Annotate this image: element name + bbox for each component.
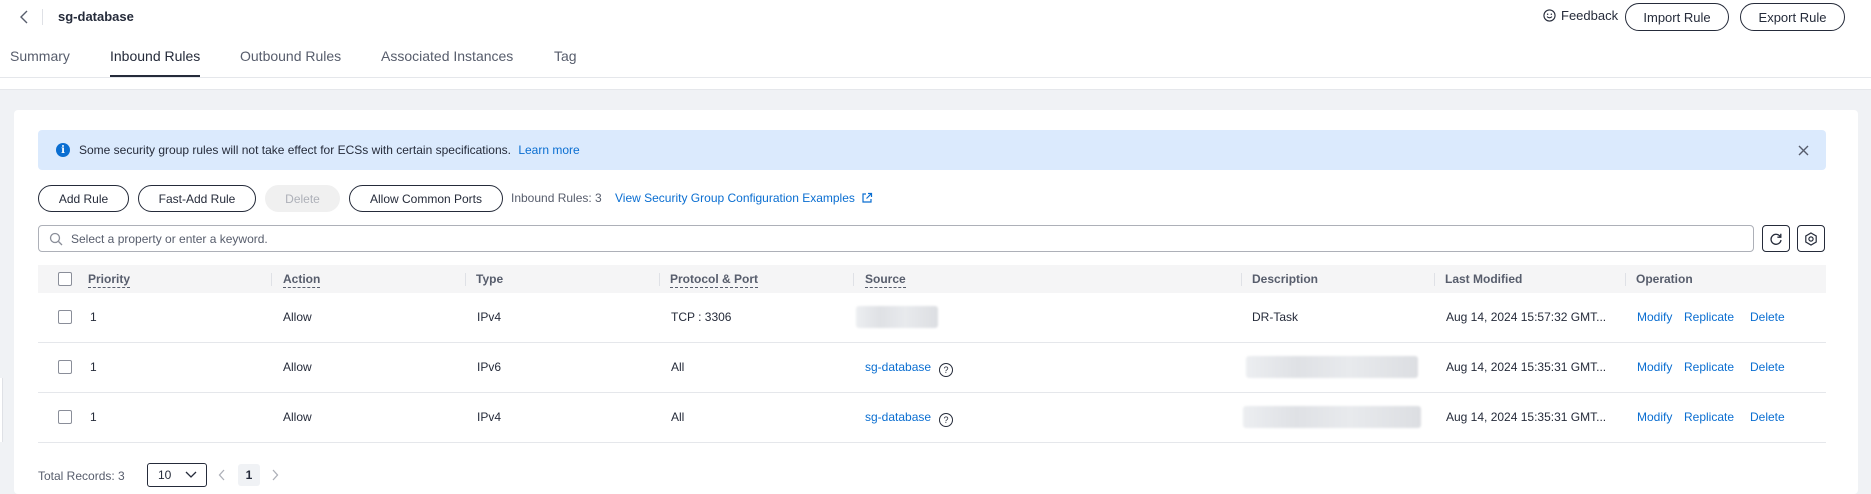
column-source[interactable]: Source xyxy=(865,272,906,288)
cell-type: IPv6 xyxy=(477,360,502,374)
cell-action: Allow xyxy=(283,410,312,424)
column-priority[interactable]: Priority xyxy=(88,272,131,288)
tab-tag[interactable]: Tag xyxy=(554,48,577,64)
delete-link[interactable]: Delete xyxy=(1750,310,1785,324)
cell-last-modified: Aug 14, 2024 15:35:31 GMT... xyxy=(1446,410,1607,424)
search-bar xyxy=(38,225,1754,252)
cell-priority: 1 xyxy=(90,410,97,424)
modify-link[interactable]: Modify xyxy=(1637,310,1672,324)
cell-priority: 1 xyxy=(90,310,97,324)
info-alert: i Some security group rules will not tak… xyxy=(38,130,1826,170)
page-size-value: 10 xyxy=(158,468,172,482)
help-icon[interactable]: ? xyxy=(939,413,954,427)
column-action[interactable]: Action xyxy=(283,272,321,288)
tabs-divider xyxy=(0,77,1871,78)
external-link-icon xyxy=(862,192,873,203)
config-examples-link[interactable]: View Security Group Configuration Exampl… xyxy=(615,191,873,205)
chevron-down-icon xyxy=(185,471,197,478)
info-icon: i xyxy=(56,143,70,157)
total-records: Total Records: 3 xyxy=(38,469,125,483)
column-last-modified: Last Modified xyxy=(1445,272,1523,286)
alert-message: Some security group rules will not take … xyxy=(79,143,511,157)
replicate-link[interactable]: Replicate xyxy=(1684,410,1734,424)
source-link[interactable]: sg-database xyxy=(865,410,931,424)
search-icon xyxy=(49,232,63,246)
replicate-link[interactable]: Replicate xyxy=(1684,310,1734,324)
redacted-source xyxy=(856,306,938,328)
cell-action: Allow xyxy=(283,360,312,374)
table-header: Priority Action Type Protocol & Port Sou… xyxy=(38,265,1826,293)
delete-link[interactable]: Delete xyxy=(1750,410,1785,424)
smile-icon xyxy=(1543,9,1556,22)
learn-more-link[interactable]: Learn more xyxy=(518,143,579,157)
chevron-left-icon xyxy=(20,10,28,24)
column-type: Type xyxy=(476,272,504,286)
import-rule-button[interactable]: Import Rule xyxy=(1625,3,1729,31)
cell-last-modified: Aug 14, 2024 15:35:31 GMT... xyxy=(1446,360,1607,374)
delete-link[interactable]: Delete xyxy=(1750,360,1785,374)
table-row: 1 Allow IPv4 TCP : 3306 DR-Task Aug 14, … xyxy=(38,293,1826,343)
modify-link[interactable]: Modify xyxy=(1637,410,1672,424)
cell-description: DR-Task xyxy=(1252,310,1299,324)
column-description: Description xyxy=(1252,272,1319,286)
inbound-rules-count: Inbound Rules: 3 xyxy=(511,191,602,205)
modify-link[interactable]: Modify xyxy=(1637,360,1672,374)
allow-common-ports-button[interactable]: Allow Common Ports xyxy=(349,185,503,212)
cell-type: IPv4 xyxy=(477,410,502,424)
chevron-left-icon xyxy=(218,469,225,481)
back-button[interactable] xyxy=(16,8,32,26)
refresh-icon xyxy=(1770,233,1782,245)
tab-outbound-rules[interactable]: Outbound Rules xyxy=(240,48,341,64)
delete-button[interactable]: Delete xyxy=(265,185,340,212)
cell-protocol-port: All xyxy=(671,360,685,374)
column-operation: Operation xyxy=(1636,272,1693,286)
chevron-right-icon xyxy=(272,469,279,481)
add-rule-button[interactable]: Add Rule xyxy=(38,185,129,212)
fast-add-rule-button[interactable]: Fast-Add Rule xyxy=(138,185,256,212)
redacted-description xyxy=(1243,406,1421,428)
row-checkbox[interactable] xyxy=(58,410,72,424)
config-examples-label: View Security Group Configuration Exampl… xyxy=(615,191,855,205)
cell-type: IPv4 xyxy=(477,310,502,324)
side-panel-edge xyxy=(0,378,3,442)
column-protocol-port[interactable]: Protocol & Port xyxy=(670,272,759,288)
replicate-link[interactable]: Replicate xyxy=(1684,360,1734,374)
header-divider xyxy=(42,9,43,25)
select-all-checkbox[interactable] xyxy=(58,272,72,286)
refresh-button[interactable] xyxy=(1762,225,1790,252)
cell-source: sg-database? xyxy=(865,360,954,377)
cell-protocol-port: TCP : 3306 xyxy=(671,310,732,324)
table-row: 1 Allow IPv4 All sg-database? Aug 14, 20… xyxy=(38,393,1826,443)
redacted-description xyxy=(1246,356,1418,378)
row-checkbox[interactable] xyxy=(58,310,72,324)
page-number[interactable]: 1 xyxy=(238,464,260,486)
cell-action: Allow xyxy=(283,310,312,324)
cell-protocol-port: All xyxy=(671,410,685,424)
prev-page-button[interactable] xyxy=(215,467,229,483)
close-icon xyxy=(1798,145,1808,155)
tab-inbound-rules[interactable]: Inbound Rules xyxy=(110,48,200,64)
search-input[interactable] xyxy=(71,230,1741,248)
help-icon[interactable]: ? xyxy=(939,363,954,377)
source-link[interactable]: sg-database xyxy=(865,360,931,374)
row-checkbox[interactable] xyxy=(58,360,72,374)
close-alert-button[interactable] xyxy=(1795,142,1811,158)
feedback-label: Feedback xyxy=(1561,8,1619,23)
cell-last-modified: Aug 14, 2024 15:57:32 GMT... xyxy=(1446,310,1607,324)
feedback-link[interactable]: Feedback xyxy=(1543,8,1618,23)
export-rule-button[interactable]: Export Rule xyxy=(1740,3,1845,31)
cell-source: sg-database? xyxy=(865,410,954,427)
page-size-select[interactable]: 10 xyxy=(147,463,207,487)
tab-summary[interactable]: Summary xyxy=(10,48,70,64)
settings-button[interactable] xyxy=(1797,225,1825,252)
tab-associated-instances[interactable]: Associated Instances xyxy=(381,48,513,64)
cell-priority: 1 xyxy=(90,360,97,374)
table-row: 1 Allow IPv6 All sg-database? Aug 14, 20… xyxy=(38,343,1826,393)
page-title: sg-database xyxy=(58,9,134,24)
gear-icon xyxy=(1805,231,1817,246)
next-page-button[interactable] xyxy=(268,467,282,483)
